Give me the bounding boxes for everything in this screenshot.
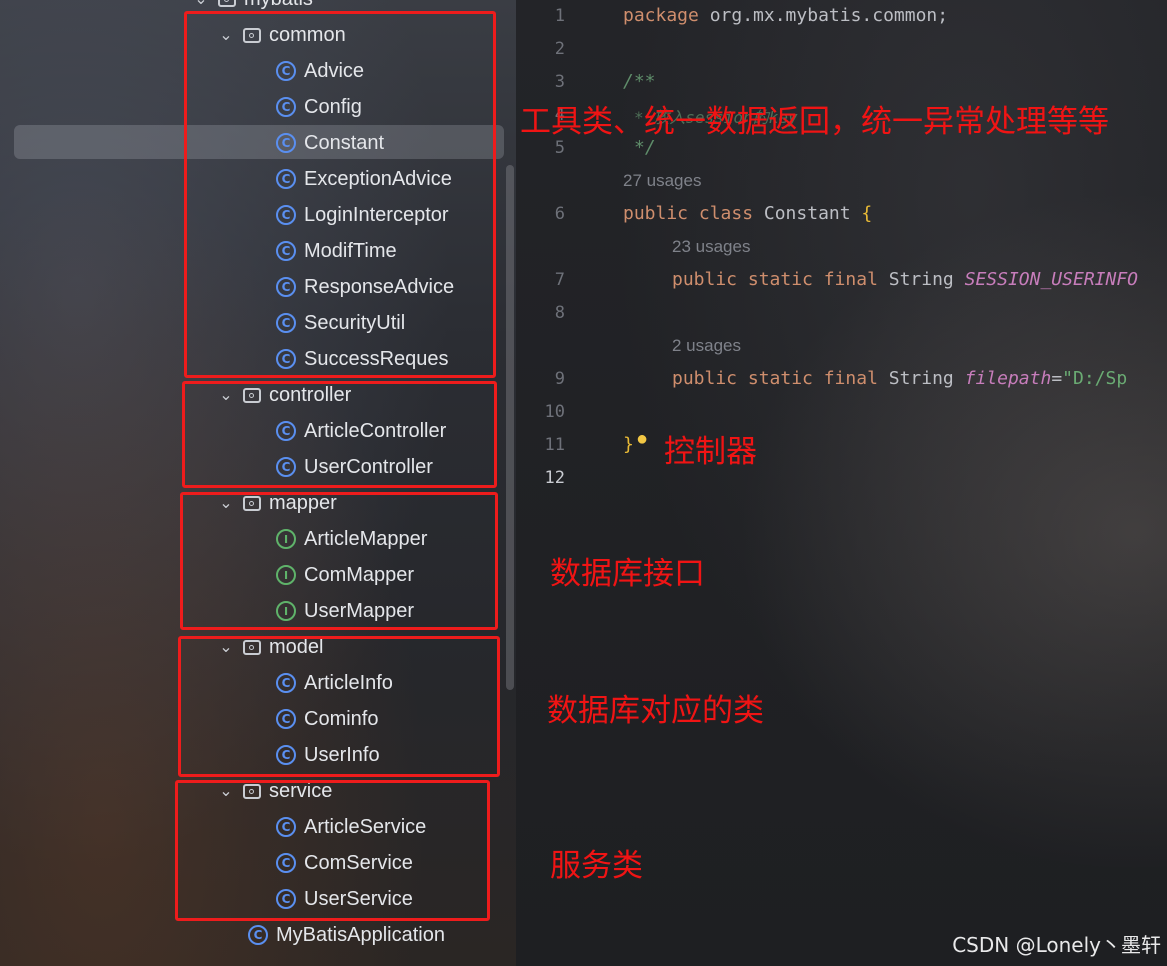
annotation-model: 数据库对应的类 <box>547 693 764 729</box>
annotation-controller: 控制器 <box>664 434 757 470</box>
tree-root-label: mybatis <box>244 0 313 11</box>
spring-app-class-icon: C <box>248 925 268 945</box>
code-line-7[interactable]: public static final String SESSION_USERI… <box>672 269 1138 290</box>
annotation-mapper: 数据库接口 <box>550 556 705 592</box>
line-number-current: 12 <box>544 468 565 488</box>
line-number: 2 <box>554 39 565 59</box>
type-name: String <box>877 269 965 290</box>
line-number: 1 <box>554 6 565 26</box>
usages-hint[interactable]: 23 usages <box>672 237 750 257</box>
line-number: 11 <box>544 435 565 455</box>
usages-hint[interactable]: 27 usages <box>623 171 701 191</box>
class-name: Constant <box>753 203 862 224</box>
highlight-box-mapper <box>180 492 498 630</box>
line-number: 9 <box>554 369 565 389</box>
operator: = <box>1051 368 1063 389</box>
type-name: String <box>877 368 965 389</box>
highlight-box-common <box>184 11 496 378</box>
field-name: filepath <box>964 368 1052 389</box>
code-line-11[interactable]: } <box>623 434 634 455</box>
line-number: 7 <box>554 270 565 290</box>
tree-app-class[interactable]: C MyBatisApplication <box>248 920 445 950</box>
line-number: 6 <box>554 204 565 224</box>
code-line-3[interactable]: /** <box>623 71 656 92</box>
tree-scrollbar[interactable] <box>506 165 514 690</box>
code-line-9[interactable]: public static final String filepath="D:/… <box>672 368 1127 389</box>
brace: { <box>861 203 873 224</box>
module-icon <box>218 0 236 7</box>
keyword: public class <box>623 203 754 224</box>
highlight-box-service <box>175 780 490 921</box>
code-line-6[interactable]: public class Constant { <box>623 203 872 224</box>
line-number: 10 <box>544 402 565 422</box>
highlight-box-model <box>178 636 500 777</box>
class-label: MyBatisApplication <box>276 923 445 946</box>
usages-hint[interactable]: 2 usages <box>672 336 741 356</box>
code-line-1[interactable]: package org.mx.mybatis.common; <box>623 5 948 26</box>
keyword: public static final <box>672 368 878 389</box>
field-name: SESSION_USERINFO <box>964 269 1138 290</box>
chevron-down-icon[interactable]: ⌄ <box>190 0 212 9</box>
line-number: 5 <box>554 138 565 158</box>
watermark: CSDN @Lonely丶墨轩 <box>952 933 1161 957</box>
annotation-service: 服务类 <box>550 848 643 884</box>
string-literal: "D:/Sp <box>1062 368 1128 389</box>
keyword: public static final <box>672 269 878 290</box>
line-number: 8 <box>554 303 565 323</box>
lightbulb-icon[interactable]: ● <box>636 428 648 451</box>
line-number: 3 <box>554 72 565 92</box>
code-editor-pane <box>516 0 1167 966</box>
keyword: package <box>623 5 699 26</box>
annotation-common: 工具类、统一数据返回，统一异常处理等等 <box>520 104 1109 140</box>
package-name: org.mx.mybatis.common; <box>698 5 949 26</box>
highlight-box-controller <box>182 381 497 488</box>
